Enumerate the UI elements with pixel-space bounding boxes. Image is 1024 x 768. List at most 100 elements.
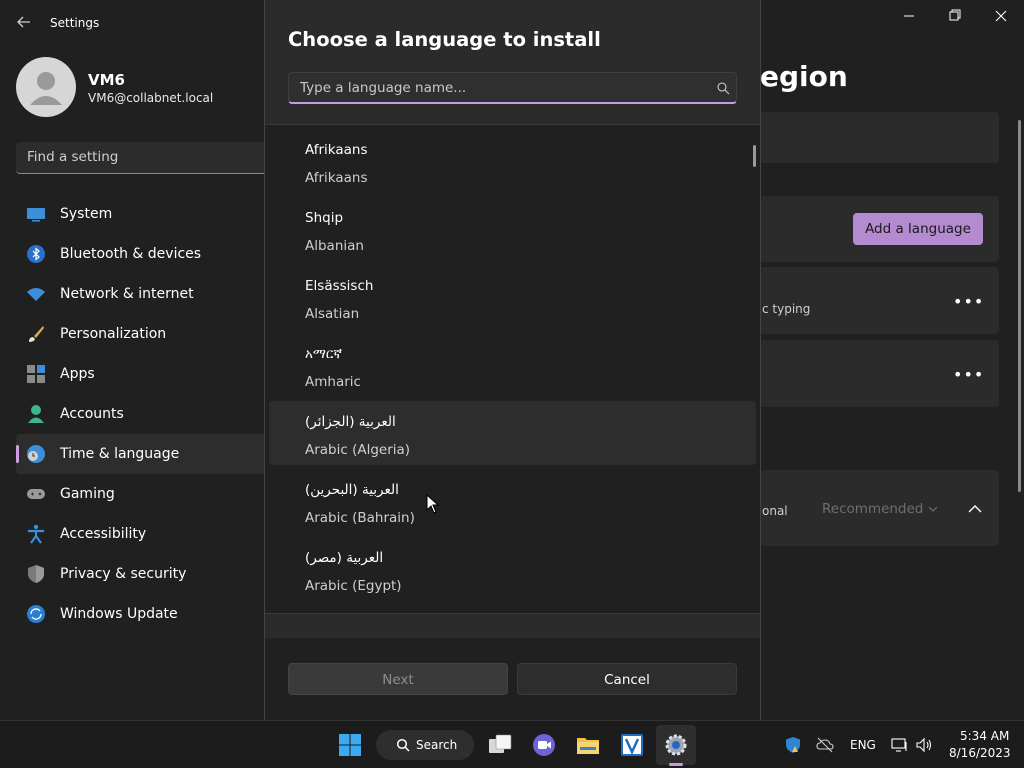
file-explorer-icon[interactable]	[576, 733, 600, 757]
settings-gear-icon[interactable]	[664, 733, 688, 757]
shield-icon	[28, 565, 44, 583]
list-item[interactable]: العربية (الجزائر) Arabic (Algeria)	[269, 401, 756, 465]
back-arrow-icon[interactable]	[14, 12, 34, 32]
profile-name: VM6	[88, 71, 125, 89]
more-options-icon[interactable]: •••	[953, 365, 983, 385]
taskbar-search-button[interactable]: Search	[376, 730, 474, 760]
sidebar-item-time-language[interactable]: Time & language	[16, 434, 276, 474]
optional-text-fragment: onal	[762, 504, 788, 518]
settings-card	[760, 112, 999, 163]
recommended-dropdown[interactable]: Recommended	[810, 494, 956, 524]
list-item[interactable]: Shqip Albanian	[269, 197, 756, 261]
sidebar-item-bluetooth[interactable]: Bluetooth & devices	[16, 234, 276, 274]
sidebar-item-network[interactable]: Network & internet	[16, 274, 276, 314]
brush-icon	[29, 326, 44, 342]
add-language-button[interactable]: Add a language	[853, 213, 983, 245]
list-item[interactable]: Elsässisch Alsatian	[269, 265, 756, 329]
start-icon[interactable]	[338, 733, 362, 757]
dialog-title: Choose a language to install	[288, 28, 601, 51]
language-english-name: Amharic	[305, 374, 361, 390]
choose-language-dialog: Choose a language to install Afrikaans A…	[264, 0, 761, 720]
sidebar-item-label: Windows Update	[60, 606, 178, 622]
search-icon	[717, 82, 730, 95]
avatar	[16, 57, 76, 117]
teams-chat-icon[interactable]	[532, 733, 556, 757]
sidebar-item-label: Time & language	[60, 446, 180, 462]
bluetooth-icon	[27, 245, 45, 263]
person-avatar-icon	[30, 72, 62, 105]
language-native-name: العربية (الجزائر)	[305, 414, 396, 430]
language-english-name: Albanian	[305, 238, 364, 254]
app-title: Settings	[50, 16, 100, 30]
page-title: egion	[760, 60, 848, 93]
list-scrollbar[interactable]	[753, 145, 756, 167]
monitor-icon	[27, 208, 45, 222]
sidebar-item-label: Network & internet	[60, 286, 194, 302]
chevron-down-icon	[928, 506, 938, 512]
taskbar-search-label: Search	[416, 738, 458, 752]
language-native-name: العربية (البحرين)	[305, 482, 399, 498]
language-native-name: Afrikaans	[305, 142, 368, 158]
clock-date[interactable]: 8/16/2023	[949, 746, 1011, 760]
active-indicator	[669, 763, 683, 766]
typing-text-fragment: c typing	[762, 302, 811, 316]
cancel-button[interactable]: Cancel	[517, 663, 737, 695]
sidebar-item-label: Personalization	[60, 326, 167, 342]
language-english-name: Arabic (Egypt)	[305, 578, 402, 594]
sidebar-item-system[interactable]: System	[16, 194, 276, 234]
language-english-name: Arabic (Bahrain)	[305, 510, 415, 526]
accessibility-icon	[28, 524, 44, 544]
sidebar-item-label: Apps	[60, 366, 95, 382]
input-language-indicator[interactable]: ENG	[850, 738, 876, 752]
list-item[interactable]: العربية (مصر) Arabic (Egypt)	[269, 537, 756, 601]
update-icon	[27, 605, 45, 623]
globe-clock-icon	[27, 445, 45, 463]
list-item[interactable]: العربية (البحرين) Arabic (Bahrain)	[269, 469, 756, 533]
language-list[interactable]: Afrikaans Afrikaans Shqip Albanian Elsäs…	[265, 124, 760, 614]
network-icon[interactable]	[891, 736, 909, 754]
onedrive-offline-icon[interactable]	[816, 736, 834, 754]
sidebar-item-label: System	[60, 206, 113, 222]
sidebar-item-accessibility[interactable]: Accessibility	[16, 514, 276, 554]
sidebar-item-apps[interactable]: Apps	[16, 354, 276, 394]
sidebar-item-accounts[interactable]: Accounts	[16, 394, 276, 434]
restore-icon[interactable]	[945, 8, 965, 24]
person-icon	[28, 405, 44, 423]
list-item[interactable]: አማርኛ Amharic	[269, 333, 756, 397]
language-english-name: Afrikaans	[305, 170, 368, 186]
sidebar-item-label: Accounts	[60, 406, 124, 422]
apps-icon	[27, 365, 45, 383]
gamepad-icon	[27, 489, 45, 499]
next-button[interactable]: Next	[288, 663, 508, 695]
sidebar-item-windows-update[interactable]: Windows Update	[16, 594, 276, 634]
search-icon	[396, 738, 410, 752]
chevron-up-icon[interactable]	[966, 500, 984, 518]
language-native-name: አማርኛ	[305, 346, 342, 362]
volume-icon[interactable]	[915, 736, 933, 754]
clock-time[interactable]: 5:34 AM	[960, 729, 1009, 743]
sidebar-item-personalization[interactable]: Personalization	[16, 314, 276, 354]
language-native-name: العربية (مصر)	[305, 550, 384, 566]
security-shield-icon[interactable]	[784, 736, 802, 754]
language-native-name: Elsässisch	[305, 278, 374, 294]
language-english-name: Alsatian	[305, 306, 360, 322]
sidebar-nav: System Bluetooth & devices Network & int…	[16, 194, 276, 634]
language-search-input[interactable]	[289, 73, 709, 103]
sidebar-item-privacy[interactable]: Privacy & security	[16, 554, 276, 594]
language-native-name: Shqip	[305, 210, 344, 226]
language-search-box[interactable]	[288, 72, 737, 104]
sidebar-item-gaming[interactable]: Gaming	[16, 474, 276, 514]
taskbar: Search ENG 5:34 AM 8/16/2023	[0, 720, 1024, 768]
more-options-icon[interactable]: •••	[953, 292, 983, 312]
page-scrollbar[interactable]	[1018, 120, 1021, 492]
minimize-icon[interactable]	[899, 8, 919, 24]
close-icon[interactable]	[991, 8, 1011, 24]
dialog-footer: Next Cancel	[265, 638, 760, 720]
list-item[interactable]: Afrikaans Afrikaans	[269, 129, 756, 193]
profile-email: VM6@collabnet.local	[88, 91, 214, 105]
recommended-label: Recommended	[822, 501, 924, 517]
language-english-name: Arabic (Algeria)	[305, 442, 411, 458]
task-view-icon[interactable]	[488, 733, 512, 757]
sidebar-item-label: Bluetooth & devices	[60, 246, 202, 262]
visio-icon[interactable]	[620, 733, 644, 757]
